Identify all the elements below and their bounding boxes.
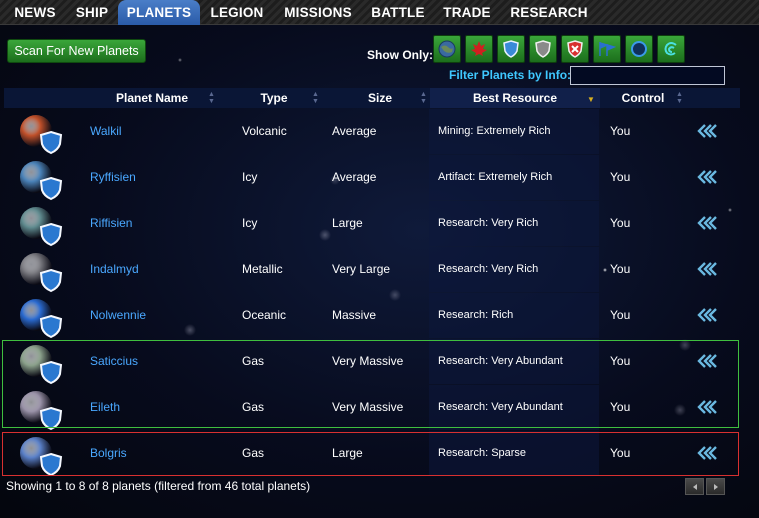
filter-maple-button[interactable] [465,35,493,63]
nav-ship[interactable]: SHIP [68,0,116,25]
planet-shield-icon [20,299,63,339]
pager-next-button[interactable] [706,478,725,495]
planet-best-resource: Artifact: Extremely Rich [438,171,553,183]
col-best-resource[interactable]: Best Resource ▼ [430,88,600,108]
filter-shield-red-button[interactable] [561,35,589,63]
col-size[interactable]: Size ▲ ▼ [330,88,430,108]
filter-shield-blue-button[interactable] [497,35,525,63]
col-control[interactable]: Control ▲ ▼ [602,88,684,108]
planet-shield-icon [20,253,63,293]
ring-icon [631,41,647,57]
filter-globe-button[interactable] [433,35,461,63]
table-row[interactable]: Walkil Volcanic Average Mining: Extremely R… [4,109,740,155]
filter-ring-button[interactable] [625,35,653,63]
planet-type: Oceanic [242,308,287,322]
planet-best-resource: Mining: Extremely Rich [438,125,551,137]
arrow-right-icon [713,483,718,490]
main-nav: NEWS SHIP PLANETS LEGION MISSIONS BATTLE… [0,0,759,25]
double-chevron-left-icon[interactable] [697,262,717,276]
table-info: Showing 1 to 8 of 8 planets (filtered fr… [6,479,311,493]
filter-by-info-input[interactable] [570,66,725,85]
col-label: Size [367,91,392,105]
swirl-icon [664,42,677,56]
planet-type: Metallic [242,262,283,276]
filter-shield-gray-button[interactable] [529,35,557,63]
nav-trade[interactable]: TRADE [438,0,496,25]
double-chevron-left-icon[interactable] [697,308,717,322]
show-only-label: Show Only: [367,48,433,62]
planet-name-link[interactable]: Riffisien [90,201,132,246]
filter-by-info-label: Filter Planets by Info: [449,68,572,82]
selection-group-green [2,340,739,428]
planet-best-resource: Research: Rich [438,309,514,321]
planet-shield-icon [20,115,63,155]
double-chevron-left-icon[interactable] [697,216,717,230]
col-type[interactable]: Type ▲ ▼ [220,88,328,108]
arrow-left-icon [692,483,697,490]
double-chevron-left-icon[interactable] [697,124,717,138]
col-label: Control [621,91,665,105]
planet-name-link[interactable]: Indalmyd [90,247,139,292]
shield-gray-icon [535,40,551,58]
col-label: Planet Name [115,91,189,105]
scan-planets-button[interactable]: Scan For New Planets [7,39,146,63]
sort-desc-icon: ▼ [587,95,595,104]
planet-control: You [610,170,631,184]
nav-planets[interactable]: PLANETS [118,0,200,25]
filter-flags-button[interactable] [593,35,621,63]
table-row[interactable]: Ryffisien Icy Average Artifact: Extremely R… [4,155,740,201]
filter-swirl-button[interactable] [657,35,685,63]
table-row[interactable]: Riffisien Icy Large Research: Very Rich You [4,201,740,247]
nav-missions[interactable]: MISSIONS [278,0,358,25]
maple-leaf-icon [471,41,487,56]
selection-group-red [2,432,739,476]
nav-research[interactable]: RESEARCH [504,0,594,25]
sort-arrows-icon: ▲ ▼ [676,91,683,105]
planet-best-resource: Research: Very Rich [438,217,539,229]
planet-type: Volcanic [242,124,287,138]
planet-type: Icy [242,170,258,184]
shield-red-x-icon [567,40,583,58]
sort-arrows-icon: ▲ ▼ [312,91,319,105]
col-label: Type [260,91,288,105]
sort-arrows-icon: ▲ ▼ [420,91,427,105]
col-label: Best Resource [472,91,558,105]
nav-battle[interactable]: BATTLE [366,0,430,25]
planet-control: You [610,216,631,230]
shield-blue-icon [503,40,519,58]
planet-shield-icon [20,207,63,247]
planet-control: You [610,124,631,138]
planet-size: Average [332,170,377,184]
planet-name-link[interactable]: Nolwennie [90,293,146,338]
sort-arrows-icon: ▲ ▼ [208,91,215,105]
table-row[interactable]: Indalmyd Metallic Very Large Research: Very… [4,247,740,293]
table-row[interactable]: Nolwennie Oceanic Massive Research: Rich You [4,293,740,339]
planet-name-link[interactable]: Walkil [90,109,122,154]
nav-news[interactable]: NEWS [6,0,64,25]
globe-icon [438,40,456,58]
planet-size: Average [332,124,377,138]
table-header: Planet Name ▲ ▼ Type ▲ ▼ Size ▲ ▼ Best Reso… [4,88,740,108]
planet-size: Massive [332,308,377,322]
planet-control: You [610,308,631,322]
col-planet-name[interactable]: Planet Name ▲ ▼ [88,88,216,108]
planet-best-resource: Research: Very Rich [438,263,539,275]
planet-shield-icon [20,161,63,201]
nav-legion[interactable]: LEGION [204,0,270,25]
planet-size: Large [332,216,363,230]
planet-name-link[interactable]: Ryffisien [90,155,136,200]
flags-icon [599,42,617,56]
planet-size: Very Large [332,262,391,276]
planet-control: You [610,262,631,276]
pager-prev-button[interactable] [685,478,704,495]
planet-type: Icy [242,216,258,230]
double-chevron-left-icon[interactable] [697,170,717,184]
